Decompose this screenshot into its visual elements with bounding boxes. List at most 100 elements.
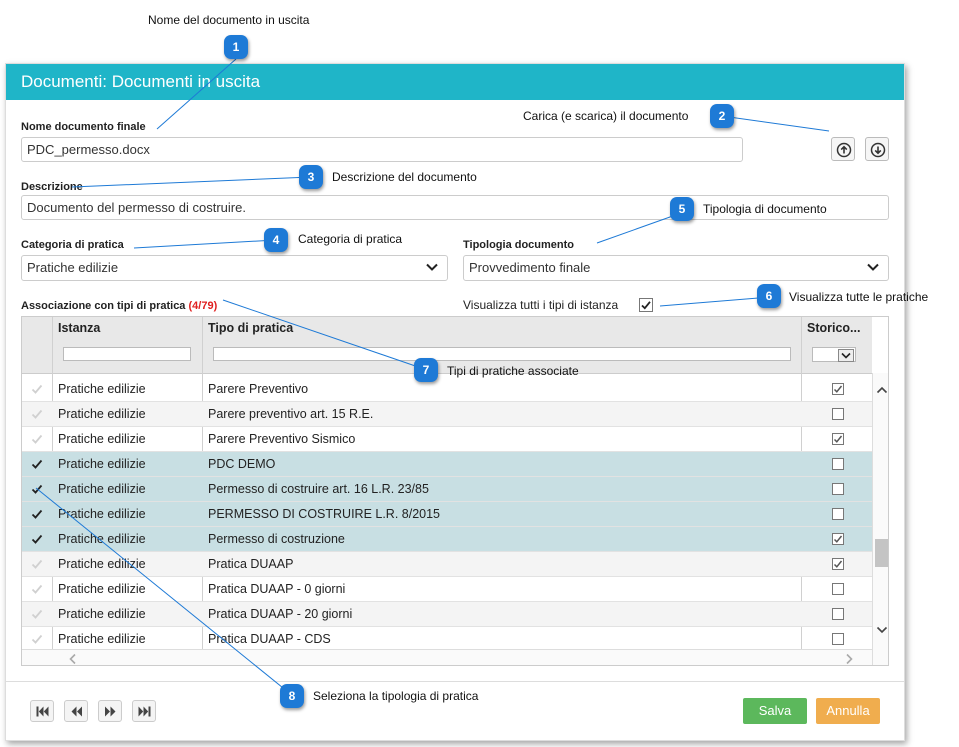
vertical-scrollbar[interactable] xyxy=(872,373,888,665)
storico-checkbox[interactable] xyxy=(832,558,844,570)
chevron-down-icon xyxy=(426,263,438,271)
associazione-label: Associazione con tipi di pratica (4/79) xyxy=(21,300,217,312)
chevron-down-icon[interactable] xyxy=(876,625,888,635)
storico-checkbox[interactable] xyxy=(832,433,844,445)
istanza-filter-input[interactable] xyxy=(63,347,191,361)
associazione-text: Associazione con tipi di pratica xyxy=(21,300,186,312)
cell-tipo-pratica: Parere Preventivo xyxy=(208,382,309,396)
last-page-icon xyxy=(138,706,151,717)
row-select-check-icon[interactable] xyxy=(31,408,43,420)
check-icon xyxy=(833,560,843,568)
cell-tipo-pratica: Pratica DUAAP - 20 giorni xyxy=(208,607,353,621)
table-row[interactable]: Pratiche edilizie Permesso di costruzione xyxy=(22,527,872,552)
visualizza-checkbox[interactable] xyxy=(639,298,653,312)
table-row[interactable]: Pratiche edilizie PDC DEMO xyxy=(22,452,872,477)
storico-checkbox[interactable] xyxy=(832,383,844,395)
chevron-left-icon[interactable] xyxy=(68,653,78,665)
check-icon xyxy=(833,435,843,443)
storico-checkbox[interactable] xyxy=(832,458,844,470)
scroll-thumb[interactable] xyxy=(875,539,888,567)
chevron-right-icon[interactable] xyxy=(844,653,854,665)
table-row[interactable]: Pratiche edilizie Pratica DUAAP xyxy=(22,552,872,577)
chevron-down-icon xyxy=(838,349,854,362)
download-button[interactable] xyxy=(865,137,889,161)
storico-checkbox[interactable] xyxy=(832,508,844,520)
table-row[interactable]: Pratiche edilizie PERMESSO DI COSTRUIRE L… xyxy=(22,502,872,527)
storico-filter-select[interactable] xyxy=(812,347,856,362)
table-row[interactable]: Pratiche edilizie Pratica DUAAP - 20 gior… xyxy=(22,602,872,627)
tipologia-select[interactable]: Provvedimento finale xyxy=(463,255,889,281)
chevron-up-icon[interactable] xyxy=(876,385,888,395)
cell-istanza: Pratiche edilizie xyxy=(58,507,146,521)
cell-istanza: Pratiche edilizie xyxy=(58,607,146,621)
callout-text-1: Nome del documento in uscita xyxy=(148,13,310,27)
storico-checkbox[interactable] xyxy=(832,608,844,620)
prev-page-button[interactable] xyxy=(64,700,88,722)
arrow-up-circle-icon xyxy=(836,142,852,158)
row-select-check-icon[interactable] xyxy=(31,633,43,645)
check-icon xyxy=(833,535,843,543)
cell-istanza: Pratiche edilizie xyxy=(58,407,146,421)
cell-istanza: Pratiche edilizie xyxy=(58,382,146,396)
storico-checkbox[interactable] xyxy=(832,633,844,645)
table-row[interactable]: Pratiche edilizie Permesso di costruire a… xyxy=(22,477,872,502)
next-page-button[interactable] xyxy=(98,700,122,722)
dialog-title: Documenti: Documenti in uscita xyxy=(6,64,904,100)
cell-istanza: Pratiche edilizie xyxy=(58,557,146,571)
column-tipo-pratica[interactable]: Tipo di pratica xyxy=(208,321,293,335)
cell-istanza: Pratiche edilizie xyxy=(58,457,146,471)
storico-checkbox[interactable] xyxy=(832,533,844,545)
horizontal-scrollbar[interactable] xyxy=(22,649,872,665)
row-select-check-icon[interactable] xyxy=(31,433,43,445)
salva-button[interactable]: Salva xyxy=(743,698,807,724)
row-select-check-icon[interactable] xyxy=(31,583,43,595)
table-row[interactable]: Pratiche edilizie Parere preventivo art. … xyxy=(22,402,872,427)
callout-text-8: Seleziona la tipologia di pratica xyxy=(313,689,479,703)
nome-documento-input[interactable]: PDC_permesso.docx xyxy=(21,137,743,162)
column-storico[interactable]: Storico... xyxy=(807,321,860,335)
annulla-button[interactable]: Annulla xyxy=(816,698,880,724)
categoria-value: Pratiche edilizie xyxy=(27,260,119,275)
tipologia-value: Provvedimento finale xyxy=(469,260,591,275)
row-select-check-icon[interactable] xyxy=(31,483,43,495)
categoria-select[interactable]: Pratiche edilizie xyxy=(21,255,448,281)
cell-tipo-pratica: PERMESSO DI COSTRUIRE L.R. 8/2015 xyxy=(208,507,441,521)
table-row[interactable]: Pratiche edilizie Parere Preventivo xyxy=(22,377,872,402)
storico-checkbox[interactable] xyxy=(832,483,844,495)
callout-text-6: Visualizza tutte le pratiche xyxy=(789,290,929,304)
row-select-check-icon[interactable] xyxy=(31,383,43,395)
table-row[interactable]: Pratiche edilizie Pratica DUAAP - 0 giorn… xyxy=(22,577,872,602)
last-page-button[interactable] xyxy=(132,700,156,722)
column-istanza[interactable]: Istanza xyxy=(58,321,100,335)
callout-text-5: Tipologia di documento xyxy=(703,202,827,216)
row-select-check-icon[interactable] xyxy=(31,558,43,570)
tipologia-label: Tipologia documento xyxy=(463,239,575,251)
callout-text-3: Descrizione del documento xyxy=(332,170,477,184)
cell-istanza: Pratiche edilizie xyxy=(58,532,146,546)
first-page-icon xyxy=(36,706,49,717)
storico-checkbox[interactable] xyxy=(832,583,844,595)
cell-istanza: Pratiche edilizie xyxy=(58,632,146,646)
document-dialog: Documenti: Documenti in uscita Nome docu… xyxy=(5,63,905,741)
fast-forward-icon xyxy=(105,706,116,717)
row-select-check-icon[interactable] xyxy=(31,533,43,545)
descrizione-label: Descrizione xyxy=(21,181,83,193)
row-select-check-icon[interactable] xyxy=(31,608,43,620)
callout-badge-7: 7 xyxy=(414,358,438,382)
row-select-check-icon[interactable] xyxy=(31,508,43,520)
storico-checkbox[interactable] xyxy=(832,408,844,420)
row-select-check-icon[interactable] xyxy=(31,458,43,470)
nome-label: Nome documento finale xyxy=(21,121,146,133)
cell-tipo-pratica: Permesso di costruire art. 16 L.R. 23/85 xyxy=(208,482,429,496)
first-page-button[interactable] xyxy=(30,700,54,722)
cell-tipo-pratica: Permesso di costruzione xyxy=(208,532,345,546)
rewind-icon xyxy=(71,706,82,717)
upload-button[interactable] xyxy=(831,137,855,161)
callout-badge-1: 1 xyxy=(224,35,248,59)
tipo-filter-input[interactable] xyxy=(213,347,791,361)
associazione-count: (4/79) xyxy=(188,300,218,312)
table-row[interactable]: Pratiche edilizie Parere Preventivo Sismi… xyxy=(22,427,872,452)
cell-tipo-pratica: Parere preventivo art. 15 R.E. xyxy=(208,407,374,421)
cell-tipo-pratica: PDC DEMO xyxy=(208,457,276,471)
callout-badge-5: 5 xyxy=(670,197,694,221)
